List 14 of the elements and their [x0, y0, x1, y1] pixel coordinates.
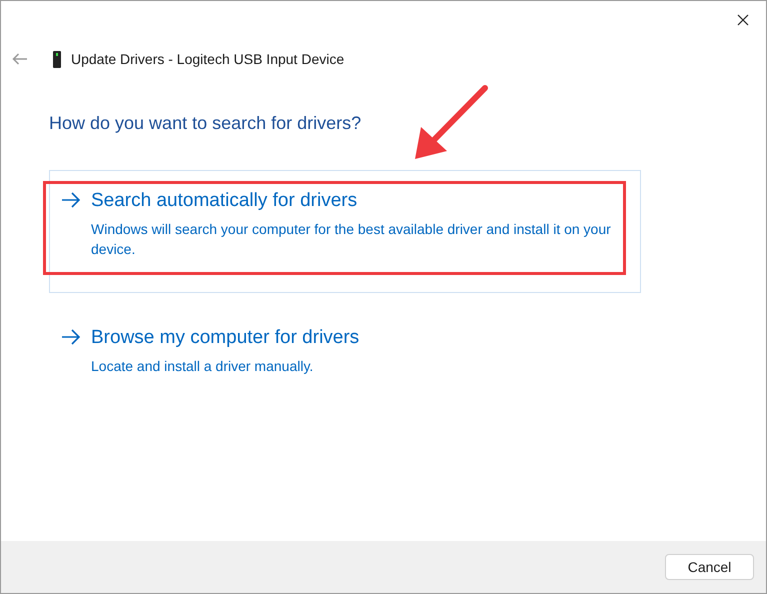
device-icon [53, 50, 61, 68]
option-link[interactable]: Browse my computer for drivers Locate and install a driver manually. [49, 307, 641, 430]
option-title: Search automatically for drivers [91, 189, 358, 213]
option-description: Windows will search your computer for the best available driver and install it on your device. [91, 220, 612, 258]
cancel-button[interactable]: Cancel [665, 554, 754, 580]
dialog-heading: How do you want to search for drivers? [49, 112, 362, 135]
option-title: Browse my computer for drivers [91, 326, 360, 350]
back-arrow-icon [12, 53, 28, 65]
option-description: Locate and install a driver manually. [91, 356, 314, 376]
arrow-icon [61, 329, 81, 345]
option-link[interactable]: Search automatically for drivers Windows will search your computer for the best available driver and install it on your device. [49, 170, 641, 293]
close-icon [737, 14, 749, 26]
arrow-icon [61, 192, 81, 208]
window-title: Update Drivers - Logitech USB Input Device [71, 50, 344, 69]
